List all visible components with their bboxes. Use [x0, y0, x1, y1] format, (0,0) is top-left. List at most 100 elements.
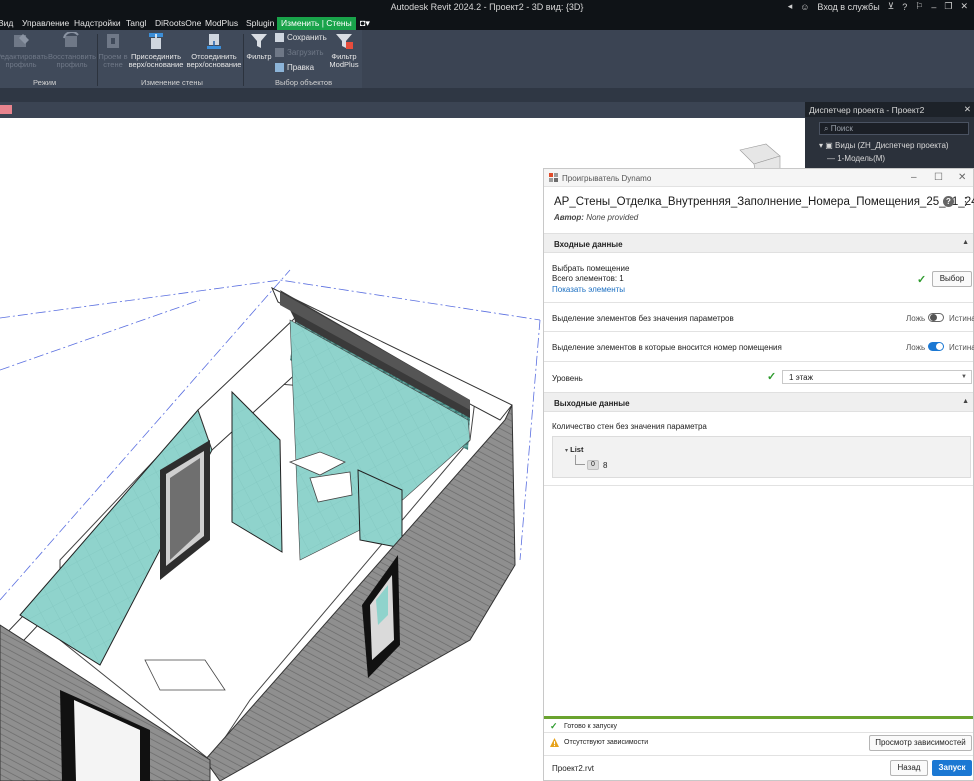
dynamo-logo-icon	[549, 173, 558, 182]
wall-opening-button[interactable]: Проем в стене	[98, 32, 128, 69]
collapse-icon: ▾	[819, 141, 824, 150]
list-index: 0	[587, 460, 599, 470]
tab-extra-icon[interactable]: ◘▾	[360, 17, 370, 30]
revit-window: Autodesk Revit 2024.2 - Проект2 - 3D вид…	[0, 0, 974, 781]
view-dependencies-button[interactable]: Просмотр зависимостей	[869, 735, 972, 751]
level-label: Уровень	[552, 374, 583, 383]
attach-top-base-button[interactable]: Присоединить верх/основание	[128, 32, 184, 69]
toggle-room-number-true-label: Истина	[949, 343, 974, 352]
save-icon	[275, 33, 284, 42]
close-panel-icon[interactable]: ✕	[964, 104, 971, 115]
dynamo-title-bar: Проигрыватель Dynamo – ☐ ✕	[544, 169, 973, 187]
detach-top-base-button[interactable]: Отсоединить верх/основание	[186, 32, 242, 69]
tab-addins[interactable]: Надстройки	[74, 17, 121, 30]
panel-label-modify-wall: Изменение стены	[141, 78, 203, 87]
autodesk-app-icon[interactable]: ⚐	[915, 1, 923, 12]
panel-label-mode: Режим	[33, 78, 57, 87]
ribbon: Редактировать профиль Восстановить профи…	[0, 30, 974, 88]
cart-icon[interactable]: ⊻	[888, 1, 895, 12]
filter-button[interactable]: Фильтр	[244, 32, 274, 61]
back-button[interactable]: Назад	[890, 760, 928, 776]
tab-modify-walls[interactable]: Изменить | Стены	[277, 17, 356, 30]
check-icon: ✓	[767, 371, 777, 383]
edit-icon	[275, 63, 284, 72]
close-icon[interactable]: ✕	[960, 1, 968, 12]
tree-node-views[interactable]: ▾ ▣ Виды (ZH_Диспетчер проекта)	[819, 141, 949, 150]
minimize-icon[interactable]: –	[911, 172, 917, 183]
restore-icon[interactable]: ❐	[944, 1, 952, 12]
run-button[interactable]: Запуск	[932, 760, 972, 776]
script-name: АР_Стены_Отделка_Внутренняя_Заполнение_Н…	[554, 196, 974, 208]
toggle-empty-params[interactable]	[928, 313, 944, 322]
tab-manage[interactable]: Управление	[22, 17, 69, 30]
title-bar: Autodesk Revit 2024.2 - Проект2 - 3D вид…	[0, 0, 974, 16]
dynamo-window-title: Проигрыватель Dynamo	[562, 174, 652, 183]
views-icon: ▣	[825, 141, 833, 150]
close-icon[interactable]: ✕	[958, 172, 966, 183]
chevron-up-icon: ▲	[962, 239, 969, 246]
check-icon: ✓	[917, 274, 927, 286]
maximize-icon[interactable]: ☐	[934, 172, 943, 183]
collapse-icon: ▾	[565, 448, 569, 454]
tab-tangl[interactable]: Tangl	[126, 17, 146, 30]
more-options-icon[interactable]: ⋮	[960, 195, 971, 208]
warning-icon	[550, 738, 559, 747]
detach-wall-icon	[207, 34, 221, 49]
tab-modplus[interactable]: ModPlus	[205, 17, 238, 30]
tab-view[interactable]: Вид	[0, 17, 13, 30]
toggle-empty-params-label: Выделение элементов без значения парамет…	[552, 314, 734, 323]
file-name: Проект2.rvt	[552, 764, 594, 773]
status-ready: Готово к запуску	[564, 723, 618, 730]
total-elements-count: Всего элементов: 1	[552, 274, 624, 283]
edit-profile-button[interactable]: Редактировать профиль	[0, 32, 48, 69]
tab-splugin[interactable]: Splugin	[246, 17, 274, 30]
user-icon[interactable]: ☺	[800, 2, 809, 12]
panel-label-selection: Выбор объектов	[275, 78, 333, 87]
select-room-button[interactable]: Выбор	[932, 271, 972, 287]
search-icon: ⌕	[824, 124, 829, 133]
list-value: 8	[603, 461, 608, 470]
arrow-left-icon[interactable]: ◂	[788, 1, 793, 12]
filter-modplus-button[interactable]: Фильтр ModPlus	[326, 32, 362, 69]
options-bar	[0, 88, 974, 102]
toggle-room-number[interactable]	[928, 342, 944, 351]
tree-node-model[interactable]: — 1-Модель(М)	[827, 154, 885, 163]
view-tabs-bar	[0, 102, 805, 118]
load-selection-button[interactable]: Загрузить	[275, 48, 324, 57]
edit-selection-button[interactable]: Правка	[275, 63, 314, 72]
show-elements-link[interactable]: Показать элементы	[552, 285, 625, 294]
status-missing-deps: Отсутствуют зависимости	[564, 739, 649, 746]
outputs-section-header[interactable]: Выходные данные ▲	[544, 392, 973, 412]
ribbon-tabs: Вид Управление Надстройки Tangl DiRootsO…	[0, 16, 974, 30]
tree-line-icon: —	[827, 154, 835, 163]
signin-link[interactable]: Вход в службы	[817, 2, 879, 12]
help-icon[interactable]: ?	[902, 2, 907, 12]
wall-opening-icon	[107, 34, 119, 48]
project-browser-title: Диспетчер проекта - Проект2 ✕	[805, 102, 974, 117]
inputs-section-header[interactable]: Входные данные ▲	[544, 233, 973, 253]
toggle-room-number-label: Выделение элементов в которые вносится н…	[552, 343, 782, 352]
attach-wall-icon	[149, 33, 163, 49]
ribbon-panel-labels: Режим Изменение стены Выбор объектов	[0, 77, 362, 88]
view-tab[interactable]	[0, 105, 12, 114]
load-icon	[275, 48, 284, 57]
chevron-up-icon: ▲	[962, 398, 969, 405]
select-room-label: Выбрать помещение	[552, 264, 630, 273]
funnel-icon	[251, 34, 267, 48]
funnel-modplus-icon	[336, 34, 353, 49]
tab-diroots[interactable]: DiRootsOne	[155, 17, 201, 30]
level-dropdown[interactable]: 1 этаж ▼	[782, 370, 972, 384]
list-node[interactable]: ▾ List	[565, 445, 583, 454]
toggle-empty-params-true-label: Истина	[949, 314, 974, 323]
edit-profile-icon	[14, 34, 29, 47]
save-selection-button[interactable]: Сохранить	[275, 33, 327, 42]
restore-profile-icon	[63, 32, 79, 47]
output-wall-count-label: Количество стен без значения параметра	[552, 422, 707, 431]
title-bar-controls: ◂ ☺ Вход в службы ⊻ ? ⚐ – ❐ ✕	[788, 1, 968, 12]
dynamo-player-window: Проигрыватель Dynamo – ☐ ✕ АР_Стены_Отде…	[543, 168, 974, 781]
project-browser-search[interactable]: ⌕ Поиск	[819, 122, 969, 135]
restore-profile-button[interactable]: Восстановить профиль	[46, 32, 98, 69]
output-watch-box: ▾ List 0 8	[552, 436, 971, 478]
help-icon[interactable]: ?	[943, 196, 954, 207]
minimize-icon[interactable]: –	[931, 2, 936, 12]
